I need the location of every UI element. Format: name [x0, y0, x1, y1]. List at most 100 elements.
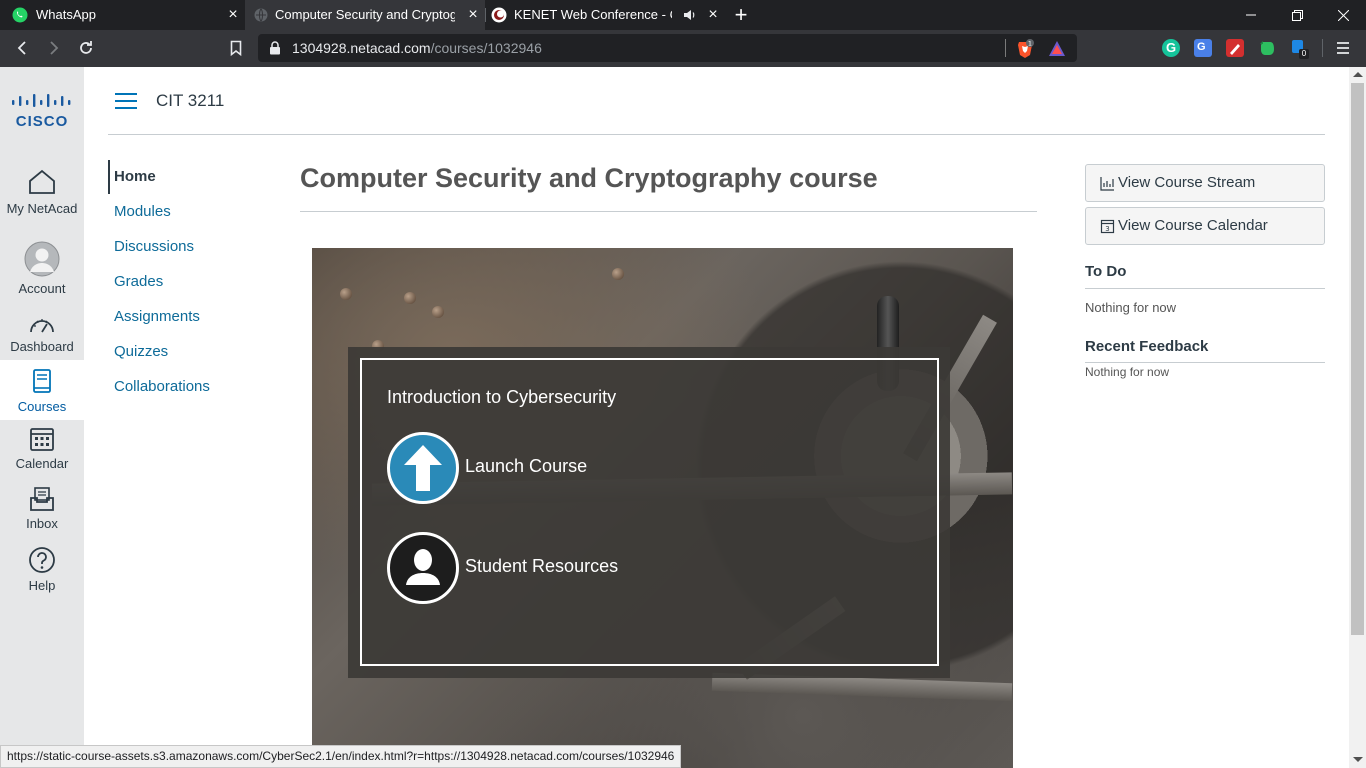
reload-icon[interactable] [76, 38, 96, 58]
person-icon [406, 549, 440, 585]
restore-icon [1291, 9, 1303, 21]
course-nav-grades[interactable]: Grades [108, 265, 163, 299]
course-nav-discussions[interactable]: Discussions [108, 230, 194, 264]
url-path: /courses/1032946 [430, 40, 542, 56]
tab-separator [485, 8, 486, 22]
url-text: 1304928.netacad.com/courses/1032946 [292, 40, 542, 56]
course-nav-quizzes[interactable]: Quizzes [108, 335, 168, 369]
avatar-icon [24, 241, 60, 277]
nav-my-netacad[interactable]: My NetAcad [0, 167, 84, 229]
minimize-button[interactable] [1228, 0, 1274, 30]
calendar-icon [30, 428, 54, 451]
cisco-logo[interactable]: CISCO [10, 93, 74, 130]
scroll-down-icon[interactable] [1353, 757, 1363, 762]
close-tab-icon[interactable]: × [465, 7, 481, 23]
translate-icon[interactable]: G [1194, 39, 1212, 57]
forward-icon[interactable] [44, 38, 64, 58]
whatsapp-icon [12, 7, 28, 23]
close-tab-icon[interactable]: × [705, 7, 721, 23]
cisco-bars-icon [12, 94, 71, 107]
nav-label: Courses [17, 399, 67, 414]
restore-button[interactable] [1274, 0, 1320, 30]
menu-icon[interactable] [1336, 41, 1350, 55]
speaker-icon[interactable] [683, 8, 697, 22]
course-nav-assignments[interactable]: Assignments [108, 300, 200, 334]
address-bar[interactable]: 1304928.netacad.com/courses/1032946 1 [258, 34, 1077, 62]
global-navigation: CISCO My NetAcad Account Dashboard Cours… [0, 67, 84, 768]
stream-button-label: View Course Stream [1118, 174, 1256, 191]
cisco-wordmark: CISCO [15, 113, 69, 130]
close-window-button[interactable] [1320, 0, 1366, 30]
inbox-icon [30, 487, 54, 511]
view-course-stream-button[interactable]: View Course Stream [1085, 164, 1325, 202]
arrow-up-icon [404, 445, 442, 491]
url-host: 1304928.netacad.com [292, 40, 431, 56]
tab-title: WhatsApp [36, 7, 96, 22]
kenet-icon [491, 7, 507, 23]
course-nav-home[interactable]: Home [108, 160, 156, 194]
dashboard-icon [30, 319, 54, 333]
brave-rewards-icon[interactable] [1048, 40, 1066, 57]
launch-course-link[interactable]: Launch Course [465, 456, 587, 477]
scroll-up-icon[interactable] [1353, 72, 1363, 77]
nav-label: Help [28, 578, 56, 593]
nav-label: Dashboard [10, 339, 74, 354]
launcher-heading: Introduction to Cybersecurity [387, 387, 617, 407]
title-divider [300, 211, 1037, 212]
tab-kenet[interactable]: KENET Web Conference - CCS × [485, 0, 725, 30]
toolbar-divider [1322, 39, 1323, 57]
nav-label: My NetAcad [6, 201, 78, 216]
brave-shield-icon[interactable]: 1 [1015, 39, 1035, 59]
close-icon [1337, 9, 1349, 21]
nav-inbox[interactable]: Inbox [0, 486, 84, 534]
view-course-calendar-button[interactable]: 3 View Course Calendar [1085, 207, 1325, 245]
todo-empty-text: Nothing for now [1085, 300, 1177, 315]
recent-feedback-heading: Recent Feedback [1085, 338, 1209, 355]
extension-badge-icon[interactable]: 0 [1290, 39, 1309, 59]
nav-courses[interactable]: Courses [0, 360, 84, 420]
chart-icon [1100, 177, 1114, 191]
omnibox-divider [1005, 39, 1006, 57]
feedback-empty-text: Nothing for now [1085, 365, 1170, 379]
browser-toolbar: 1304928.netacad.com/courses/1032946 1 G … [0, 30, 1366, 67]
header-divider [108, 134, 1325, 135]
calendar-icon: 3 [1100, 219, 1115, 234]
launch-course-button[interactable] [387, 432, 459, 504]
globe-icon [254, 8, 268, 22]
nav-dashboard[interactable]: Dashboard [0, 313, 84, 357]
page-scrollbar[interactable] [1349, 67, 1366, 768]
course-menu-toggle[interactable] [115, 92, 139, 110]
calendar-icon-digit: 3 [1105, 225, 1109, 233]
course-nav-modules[interactable]: Modules [108, 195, 171, 229]
tab-course[interactable]: Computer Security and Cryptograp × [245, 0, 485, 30]
nav-help[interactable]: Help [0, 546, 84, 596]
course-nav-collaborations[interactable]: Collaborations [108, 370, 210, 404]
student-resources-link[interactable]: Student Resources [465, 556, 618, 577]
evernote-icon[interactable] [1258, 39, 1276, 57]
pen-extension-icon[interactable] [1226, 39, 1244, 57]
feedback-divider [1085, 362, 1325, 363]
todo-heading: To Do [1085, 263, 1127, 280]
nav-calendar[interactable]: Calendar [0, 426, 84, 474]
tab-whatsapp[interactable]: WhatsApp × [0, 0, 245, 30]
nav-label: Account [18, 281, 66, 296]
student-resources-button[interactable] [387, 532, 459, 604]
bookmark-icon[interactable] [226, 38, 246, 58]
vault-bolt [432, 306, 444, 318]
vault-bolt [612, 268, 624, 280]
lock-icon [270, 41, 280, 55]
link-status-bar: https://static-course-assets.s3.amazonaw… [0, 745, 682, 768]
vault-bolt [404, 292, 416, 304]
extension-badge-count: 0 [1299, 49, 1309, 59]
scrollbar-thumb[interactable] [1351, 83, 1364, 635]
brave-count: 1 [1028, 40, 1032, 48]
tab-title: Computer Security and Cryptograp [275, 7, 455, 22]
close-tab-icon[interactable]: × [225, 7, 241, 23]
new-tab-button[interactable]: + [731, 4, 751, 26]
nav-account[interactable]: Account [0, 241, 84, 299]
breadcrumb-course-code[interactable]: CIT 3211 [156, 91, 224, 111]
calendar-button-label: View Course Calendar [1118, 217, 1268, 234]
back-icon[interactable] [12, 38, 32, 58]
grammarly-icon[interactable]: G [1162, 39, 1180, 57]
browser-tab-strip: WhatsApp × Computer Security and Cryptog… [0, 0, 1366, 30]
